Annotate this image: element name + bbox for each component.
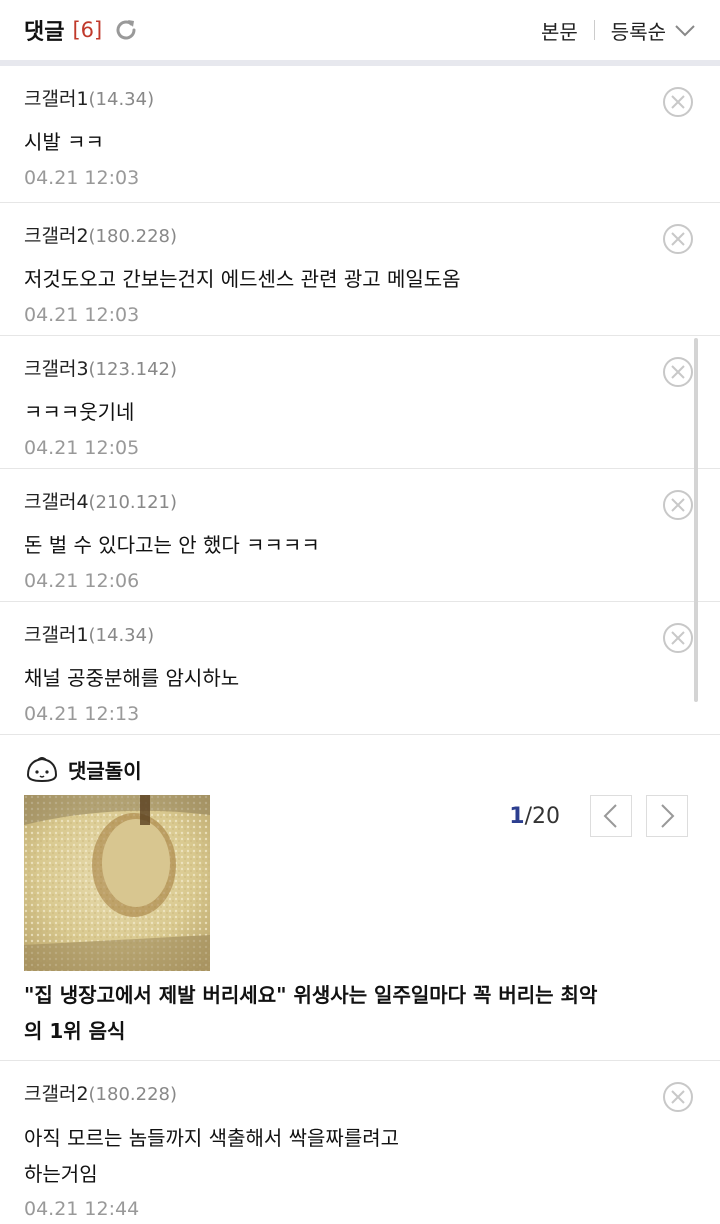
sort-select[interactable]: 등록순 [611,16,666,45]
comment-ip: (14.34) [88,625,155,646]
comment-item: 크갤러2(180.228) 저것도오고 간보는건지 에드센스 관련 광고 메일도… [0,203,720,336]
comment-author: 크갤러3(123.142) [24,358,178,380]
comment-item: 크갤러1(14.34) 채널 공중분해를 암시하노 04.21 12:13 [0,602,720,735]
comment-body: 채널 공중분해를 암시하노 [24,666,240,690]
scrollbar[interactable] [694,338,698,702]
comment-time: 04.21 12:44 [24,1198,140,1220]
delete-comment-icon[interactable] [662,489,694,521]
comment-ip: (180.228) [88,226,178,247]
comment-bot-card: 댓글돌이 1/20 "집 냉장고에서 제발 버리세요" 위생사는 일주일마다 꼭… [0,735,720,1061]
delete-comment-icon[interactable] [662,622,694,654]
prev-page-button[interactable] [590,795,632,837]
comment-count: [6] [72,18,103,42]
comment-time: 04.21 12:03 [24,167,140,189]
comment-body: 돈 벌 수 있다고는 안 했다 ㅋㅋㅋㅋ [24,533,320,557]
comment-body: 아직 모르는 놈들까지 색출해서 싹을짜를려고 하는거임 [24,1126,400,1186]
chevron-down-icon[interactable] [674,19,696,41]
comment-item: 크갤러1(14.34) 시발 ㅋㅋ 04.21 12:03 [0,66,720,203]
comment-item: 크갤러4(210.121) 돈 벌 수 있다고는 안 했다 ㅋㅋㅋㅋ 04.21… [0,469,720,602]
article-headline-link[interactable]: "집 냉장고에서 제발 버리세요" 위생사는 일주일마다 꼭 버리는 최악 의 … [24,977,696,1049]
comment-ip: (180.228) [88,1084,178,1105]
comment-author: 크갤러2(180.228) [24,1083,178,1105]
header-divider [593,20,595,40]
delete-comment-icon[interactable] [662,1081,694,1113]
delete-comment-icon[interactable] [662,86,694,118]
comment-author: 크갤러1(14.34) [24,88,155,110]
comment-header: 댓글 [6] 본문 등록순 [0,0,720,60]
comment-author: 크갤러2(180.228) [24,225,178,247]
comment-time: 04.21 12:03 [24,304,140,326]
comment-item: 크갤러3(123.142) ㅋㅋㅋ웃기네 04.21 12:05 [0,336,720,469]
comment-ip: (123.142) [88,359,178,380]
comment-time: 04.21 12:06 [24,570,140,592]
refresh-icon[interactable] [112,16,140,44]
comment-author: 크갤러4(210.121) [24,491,178,513]
comment-ip: (210.121) [88,492,178,513]
delete-comment-icon[interactable] [662,356,694,388]
page-indicator: 1/20 [509,803,560,829]
bot-pager: 1/20 [509,795,688,837]
article-thumbnail[interactable] [24,795,210,971]
dumpling-mascot-icon [24,753,60,785]
comment-author: 크갤러1(14.34) [24,624,155,646]
comment-time: 04.21 12:05 [24,437,140,459]
view-body-link[interactable]: 본문 [541,16,578,45]
bot-title: 댓글돌이 [68,758,142,783]
comments-title: 댓글 [24,20,65,45]
comment-body: ㅋㅋㅋ웃기네 [24,400,135,424]
comment-body: 시발 ㅋㅋ [24,130,104,154]
comment-body: 저것도오고 간보는건지 에드센스 관련 광고 메일도옴 [24,267,461,291]
bot-header: 댓글돌이 [24,753,696,785]
next-page-button[interactable] [646,795,688,837]
comment-time: 04.21 12:13 [24,703,140,725]
delete-comment-icon[interactable] [662,223,694,255]
comment-item: 크갤러2(180.228) 아직 모르는 놈들까지 색출해서 싹을짜를려고 하는… [0,1061,720,1224]
comment-ip: (14.34) [88,89,155,110]
